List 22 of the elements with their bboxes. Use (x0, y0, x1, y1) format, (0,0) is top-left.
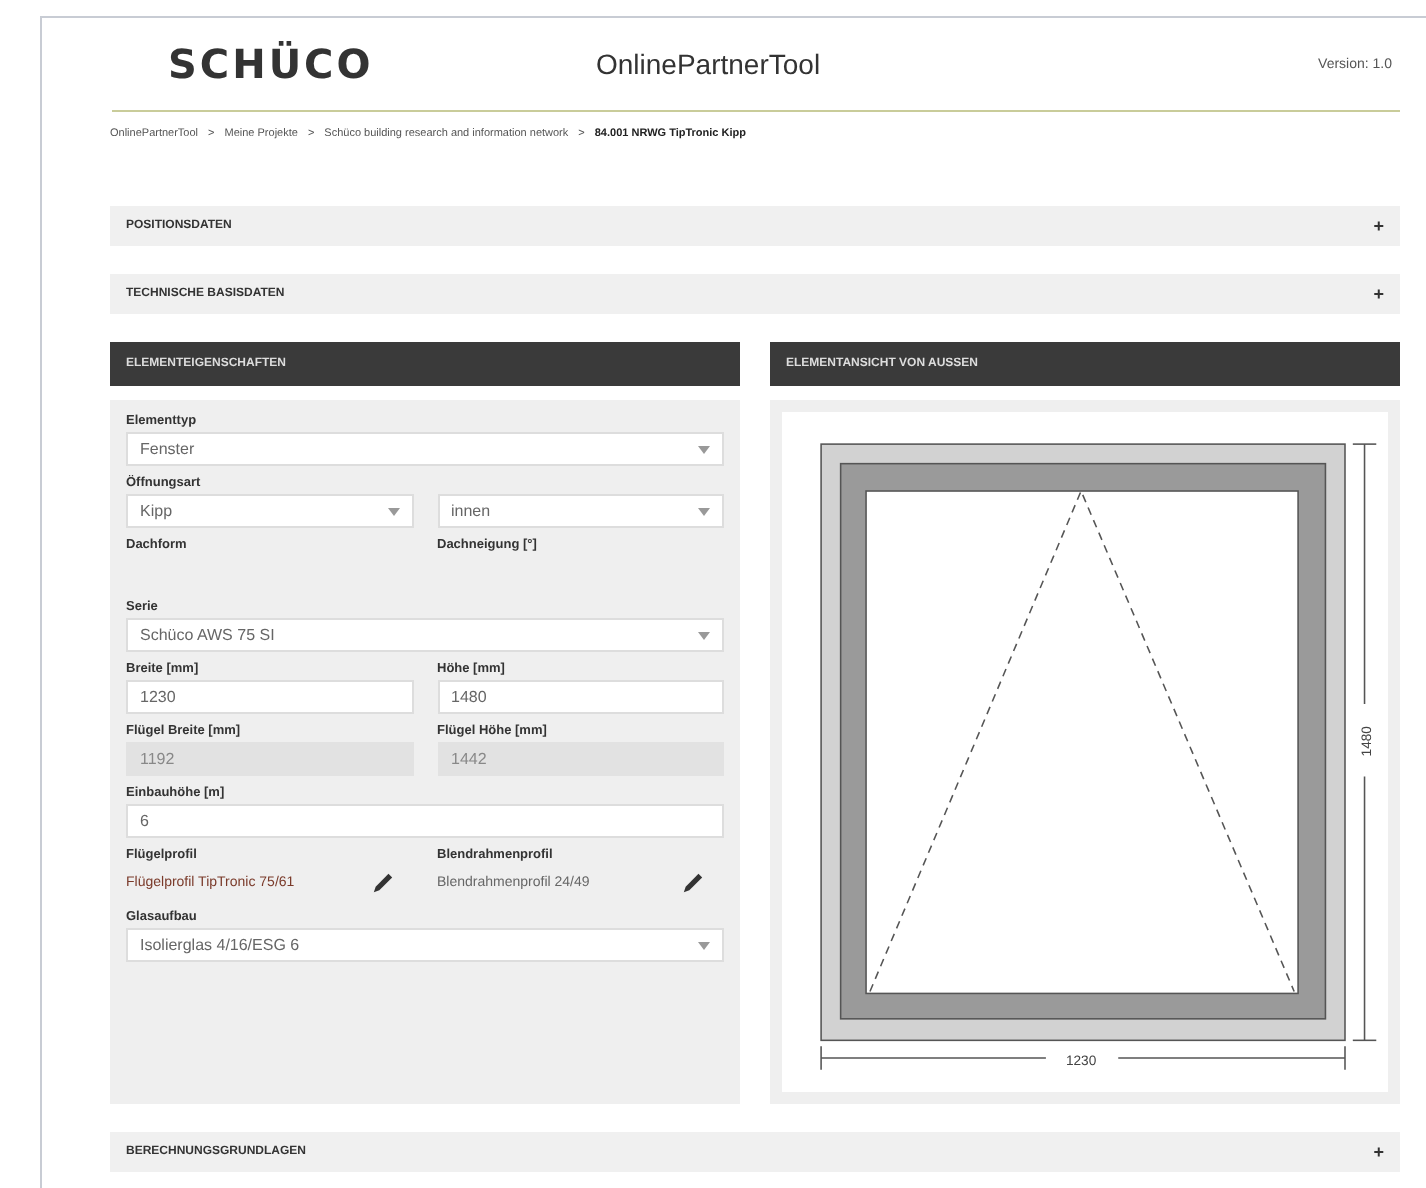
expand-toggle[interactable]: + (1373, 1142, 1384, 1162)
input-field: 1442 (437, 742, 724, 776)
expand-toggle[interactable]: + (1373, 216, 1384, 236)
select-field[interactable]: Isolierglas 4/16/ESG 6 (126, 928, 724, 962)
select-field[interactable]: Schüco AWS 75 SI (126, 618, 724, 652)
select-field[interactable]: innen (437, 494, 724, 528)
caret-icon (698, 507, 710, 515)
select-field[interactable]: Kipp (126, 494, 413, 528)
app-title: OnlinePartnerTool (596, 48, 823, 80)
expand-toggle[interactable]: + (1373, 284, 1384, 304)
logo: SCHÜCO (168, 40, 376, 88)
select-field[interactable]: Fenster (126, 432, 724, 466)
input-field: 1192 (126, 742, 413, 776)
edit-icon[interactable] (371, 872, 393, 894)
caret-icon (387, 507, 399, 515)
input-field[interactable]: 1480 (437, 680, 724, 714)
edit-icon[interactable] (682, 872, 704, 894)
input-field[interactable]: 6 (126, 804, 724, 838)
caret-icon (698, 445, 710, 453)
caret-icon (698, 941, 710, 949)
caret-icon (698, 631, 710, 639)
input-field[interactable]: 1230 (126, 680, 413, 714)
